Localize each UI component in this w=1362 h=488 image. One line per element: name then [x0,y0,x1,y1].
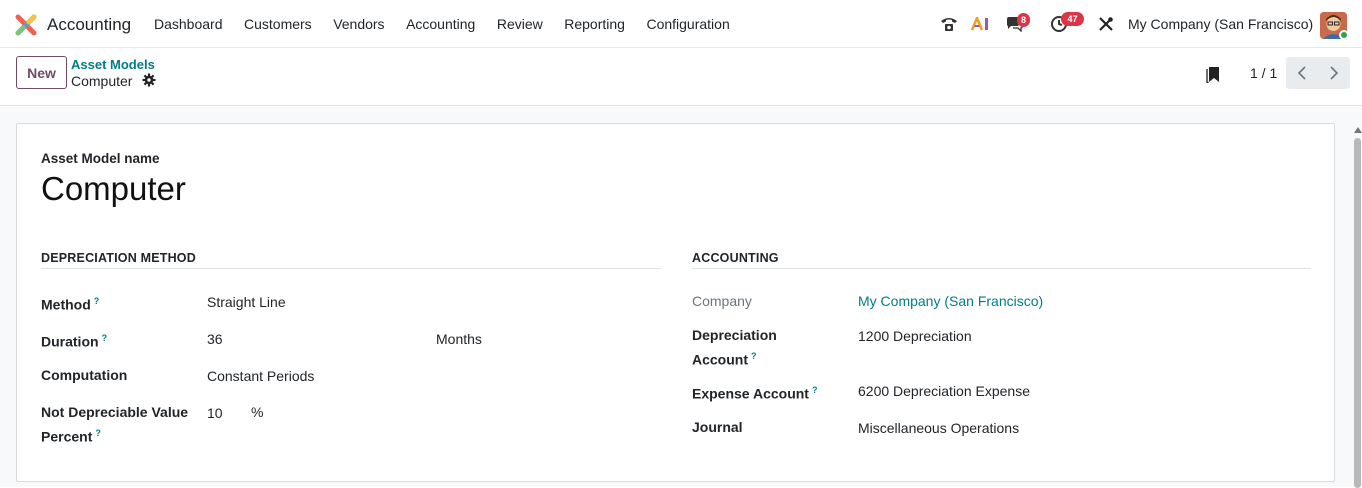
main-menu: Dashboard Customers Vendors Accounting R… [154,16,751,32]
scroll-up-arrow[interactable] [1354,127,1362,133]
journal-label: Journal [692,419,743,435]
expense-account-label: Expense Account? [692,385,818,402]
depreciation-method-title: DEPRECIATION METHOD [41,251,196,265]
journal-field[interactable]: Miscellaneous Operations [858,418,1019,439]
asset-model-name-field[interactable]: Computer [41,170,186,208]
gear-icon[interactable] [142,73,156,87]
phone-icon[interactable] [938,0,960,48]
percent-sign: % [251,404,264,420]
menu-item-review[interactable]: Review [497,16,543,32]
ai-icon[interactable] [970,0,992,48]
not-depreciable-value-field[interactable]: 10 [207,403,223,424]
company-field-link[interactable]: My Company (San Francisco) [858,291,1043,312]
menu-item-reporting[interactable]: Reporting [564,16,625,32]
control-panel: New Asset Models Computer 1 / 1 [0,48,1362,106]
depreciation-account-label: Depreciation Account? [692,327,777,368]
top-navbar: Accounting Dashboard Customers Vendors A… [0,0,1362,48]
help-tooltip-icon[interactable]: ? [94,296,100,306]
company-switcher[interactable]: My Company (San Francisco) [1128,16,1313,32]
help-tooltip-icon[interactable]: ? [102,333,108,343]
chevron-left-icon [1297,66,1306,80]
pager-next-button[interactable] [1318,57,1350,89]
messages-badge: 8 [1017,13,1031,27]
method-label: Method? [41,296,100,313]
menu-item-vendors[interactable]: Vendors [333,16,384,32]
tools-icon[interactable] [1095,0,1117,48]
depreciation-account-field[interactable]: 1200 Depreciation [858,326,972,347]
online-status-dot [1339,30,1349,40]
help-tooltip-icon[interactable]: ? [95,428,101,438]
asset-model-name-label: Asset Model name [41,151,160,166]
accounting-app-icon[interactable] [15,14,37,36]
pager-previous-button[interactable] [1286,57,1318,89]
bookmark-icon[interactable] [1206,65,1220,83]
breadcrumb-current: Computer [71,73,133,89]
menu-item-customers[interactable]: Customers [244,16,312,32]
pager-value[interactable]: 1 / 1 [1250,65,1277,81]
duration-field[interactable]: 36 [207,329,223,350]
accounting-title: ACCOUNTING [692,251,779,265]
activities-badge: 47 [1061,12,1084,26]
section-divider [41,268,661,269]
menu-item-accounting[interactable]: Accounting [406,16,475,32]
help-tooltip-icon[interactable]: ? [812,385,818,395]
form-view: Asset Model name Computer DEPRECIATION M… [0,107,1362,488]
menu-item-configuration[interactable]: Configuration [646,16,729,32]
duration-unit-select[interactable]: Months [436,329,482,350]
computation-field[interactable]: Constant Periods [207,366,314,387]
chevron-right-icon [1330,66,1339,80]
method-field[interactable]: Straight Line [207,292,286,313]
duration-label: Duration? [41,333,108,350]
scrollbar-thumb[interactable] [1354,138,1361,488]
section-divider [692,268,1311,269]
new-button[interactable]: New [16,56,67,89]
breadcrumb-parent-link[interactable]: Asset Models [71,57,155,72]
menu-item-dashboard[interactable]: Dashboard [154,16,223,32]
expense-account-field[interactable]: 6200 Depreciation Expense [858,381,1030,402]
not-depreciable-value-label: Not Depreciable Value Percent? [41,404,189,445]
help-tooltip-icon[interactable]: ? [751,351,757,361]
form-sheet: Asset Model name Computer DEPRECIATION M… [16,123,1335,482]
app-name[interactable]: Accounting [47,15,131,35]
computation-label: Computation [41,367,128,383]
company-label: Company [692,293,752,309]
